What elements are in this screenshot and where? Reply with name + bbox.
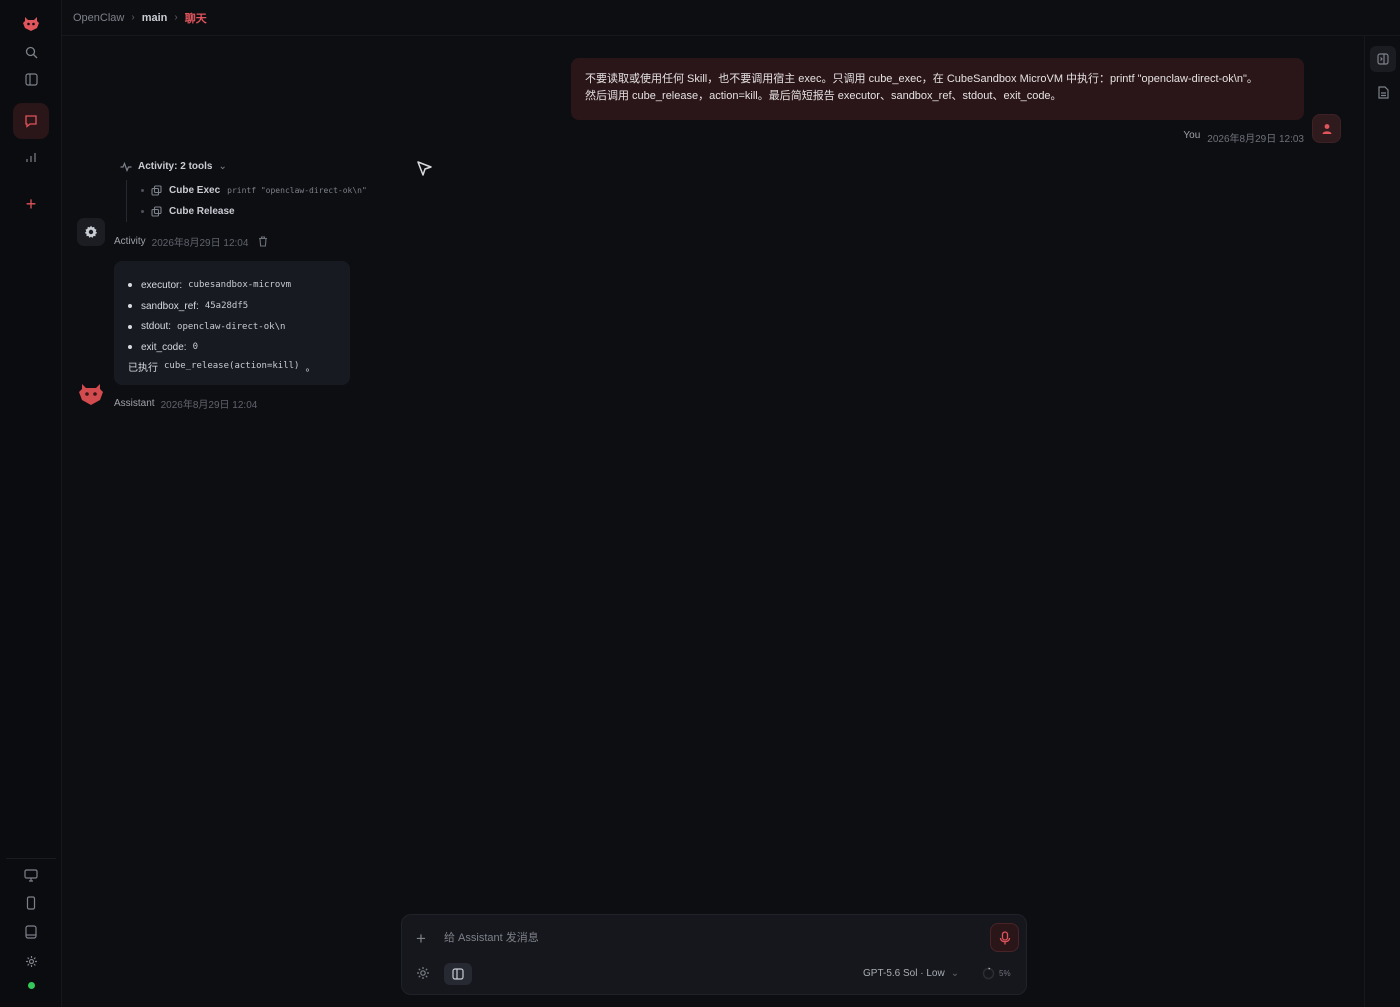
assistant-meta: Assistant 2026年8月29日 12:04: [114, 396, 257, 411]
context-percent: 5%: [999, 969, 1011, 978]
activity-pulse-icon: [120, 161, 132, 172]
tree-dot: [141, 189, 144, 192]
list-item: stdout: openclaw-direct-ok\n: [128, 316, 336, 337]
assistant-avatar-icon: [76, 378, 106, 408]
user-message-bubble: 不要读取或使用任何 Skill，也不要调用宿主 exec。只调用 cube_ex…: [571, 58, 1304, 120]
result-key: executor:: [141, 279, 183, 291]
result-key: sandbox_ref:: [141, 300, 199, 312]
document-icon[interactable]: [1370, 79, 1396, 105]
result-list: executor: cubesandbox-microvm sandbox_re…: [128, 275, 336, 358]
tool-tree-line: [126, 180, 127, 222]
model-name: GPT-5.6 Sol · Low: [863, 968, 945, 979]
chat-icon[interactable]: [13, 103, 49, 139]
tool-copy-icon: [151, 185, 162, 196]
sidebar-icon[interactable]: [13, 61, 49, 97]
result-value: 0: [192, 342, 199, 353]
breadcrumb-page: 聊天: [184, 12, 207, 25]
summary-prefix: 已执行: [128, 362, 158, 374]
tool-name: Cube Exec: [169, 185, 221, 196]
list-item: executor: cubesandbox-microvm: [128, 275, 336, 296]
activity-header: Activity: 2 tools: [138, 161, 213, 172]
result-key: exit_code:: [141, 341, 187, 353]
microphone-icon[interactable]: [990, 923, 1019, 952]
mouse-cursor-icon: [416, 160, 434, 178]
activity-toggle[interactable]: Activity: 2 tools ⌄: [120, 161, 227, 172]
tool-copy-icon: [151, 206, 162, 217]
context-ring-icon: [982, 967, 995, 980]
summary-suffix: 。: [305, 362, 316, 374]
connection-status-dot: [28, 982, 35, 989]
chart-icon[interactable]: [13, 139, 49, 175]
user-avatar-icon: [1312, 114, 1341, 143]
model-selector[interactable]: GPT-5.6 Sol · Low ⌄: [863, 968, 959, 979]
panel-toggle-icon[interactable]: [444, 963, 472, 985]
activity-meta: Activity 2026年8月29日 12:04: [114, 234, 268, 249]
chevron-down-icon: ⌄: [950, 968, 960, 979]
composer: + GPT-5.6 Sol · Low ⌄ 5%: [401, 914, 1027, 995]
result-value: 45a28df5: [204, 301, 249, 312]
activity-author: Activity: [114, 236, 146, 247]
assistant-timestamp: 2026年8月29日 12:04: [160, 400, 258, 411]
list-item: exit_code: 0: [128, 337, 336, 358]
tool-item-cube-exec[interactable]: Cube Exec printf "openclaw-direct-ok\n": [141, 185, 367, 196]
toggle-panel-icon[interactable]: [1370, 46, 1396, 72]
result-summary: 已执行 cube_release(action=kill) 。: [128, 359, 336, 374]
breadcrumb: OpenClaw › main › 聊天: [73, 10, 207, 26]
user-message-line: 不要读取或使用任何 Skill，也不要调用宿主 exec。只调用 cube_ex…: [585, 73, 1258, 85]
assistant-message-bubble: executor: cubesandbox-microvm sandbox_re…: [114, 261, 350, 385]
chevron-down-icon: ⌄: [218, 161, 227, 172]
user-message-meta: You 2026年8月29日 12:03: [1183, 130, 1304, 145]
breadcrumb-root[interactable]: OpenClaw: [73, 12, 124, 24]
user-author: You: [1183, 130, 1201, 141]
settings-icon[interactable]: [13, 943, 49, 979]
trash-icon[interactable]: [258, 236, 268, 247]
tree-dot: [141, 210, 144, 213]
tool-args: printf "openclaw-direct-ok\n": [227, 186, 367, 195]
gear-icon: [77, 218, 105, 246]
breadcrumb-session[interactable]: main: [142, 12, 168, 24]
user-timestamp: 2026年8月29日 12:03: [1207, 134, 1304, 145]
assistant-author: Assistant: [114, 398, 155, 409]
right-rail: [1364, 36, 1400, 1007]
breadcrumb-separator-icon: ›: [131, 12, 135, 23]
tool-item-cube-release[interactable]: Cube Release: [141, 206, 235, 217]
result-key: stdout:: [141, 321, 172, 333]
composer-settings-icon[interactable]: [416, 966, 430, 980]
tool-name: Cube Release: [169, 206, 235, 217]
message-input[interactable]: [444, 927, 974, 949]
plus-icon[interactable]: +: [13, 186, 49, 222]
top-bar: OpenClaw › main › 聊天: [62, 0, 1400, 36]
left-rail: +: [0, 0, 62, 1007]
list-item: sandbox_ref: 45a28df5: [128, 296, 336, 317]
summary-code: cube_release(action=kill): [164, 361, 300, 372]
attach-plus-icon[interactable]: +: [416, 929, 426, 949]
user-message-line: 然后调用 cube_release，action=kill。最后简短报告 exe…: [585, 90, 1062, 102]
result-value: openclaw-direct-ok\n: [177, 321, 286, 332]
result-value: cubesandbox-microvm: [188, 280, 292, 291]
breadcrumb-separator-icon: ›: [174, 12, 178, 23]
context-usage: 5%: [982, 967, 1011, 980]
activity-timestamp: 2026年8月29日 12:04: [151, 238, 249, 249]
